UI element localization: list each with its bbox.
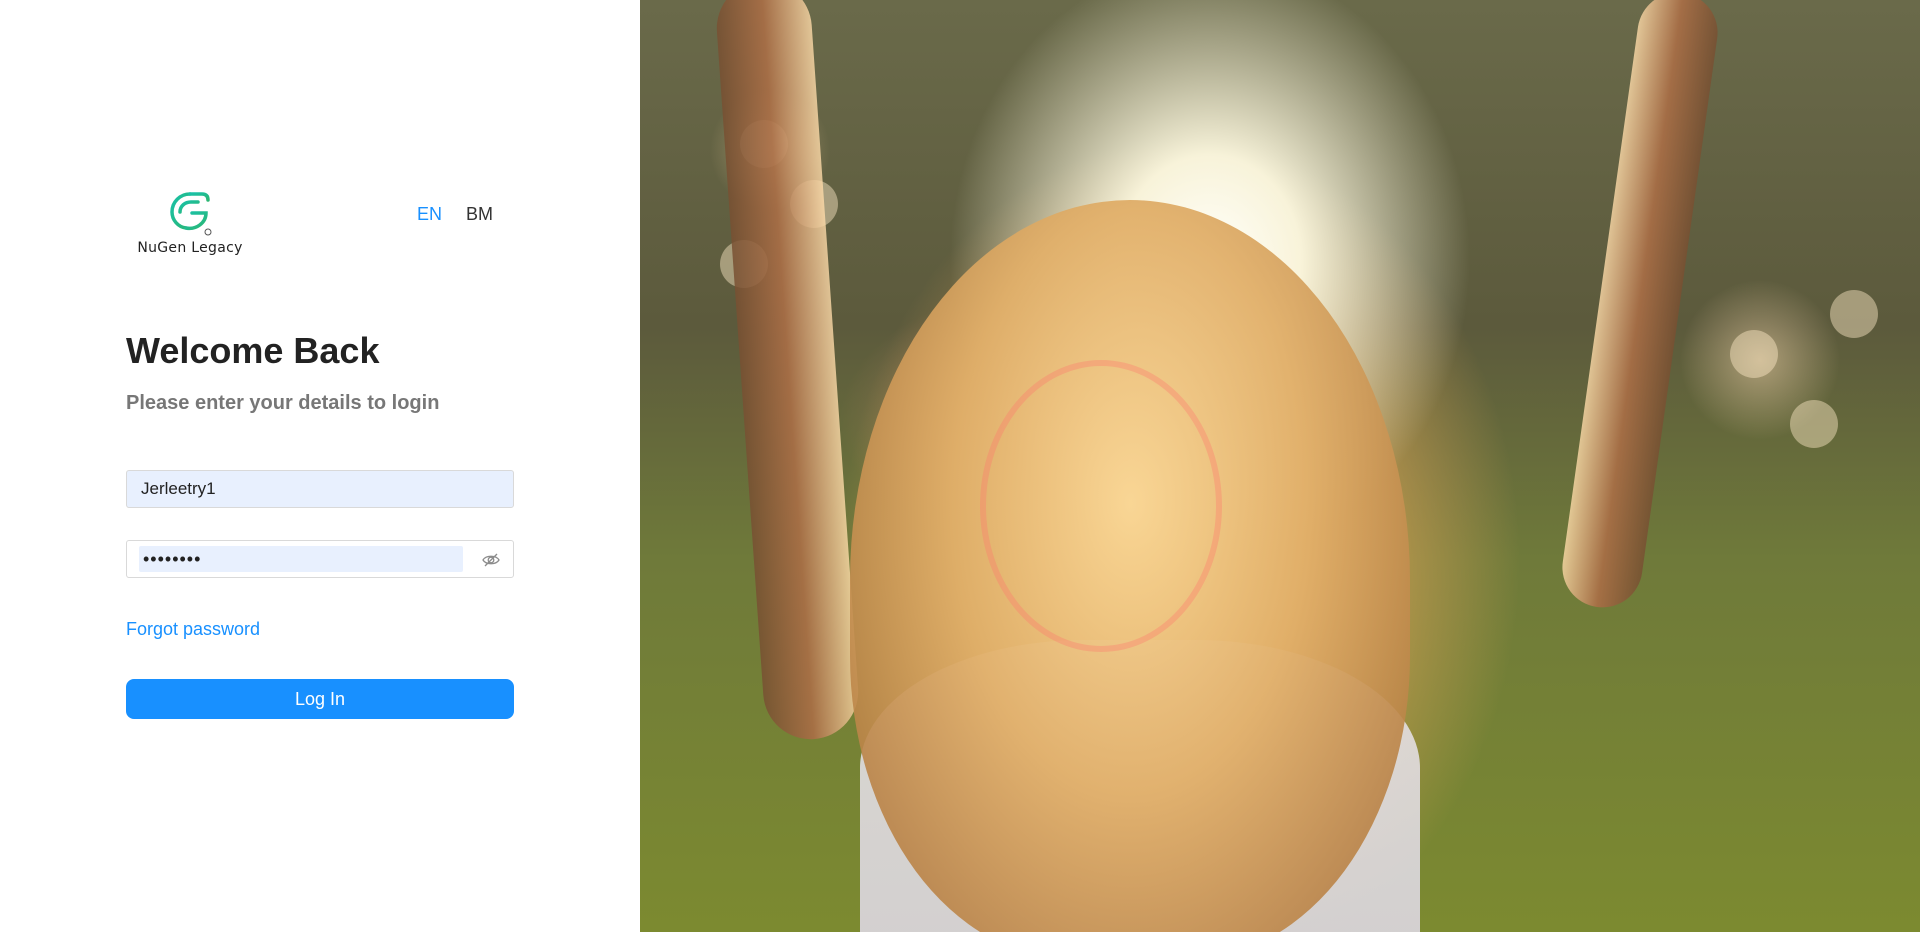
lang-option-en[interactable]: EN (405, 200, 454, 229)
forgot-password-link[interactable]: Forgot password (126, 619, 260, 640)
password-input[interactable] (143, 541, 459, 577)
brand-logo: NuGen Legacy (136, 190, 244, 270)
login-button[interactable]: Log In (126, 679, 514, 719)
login-panel: NuGen Legacy EN BM Welcome Back Please e… (0, 0, 640, 932)
eye-slash-icon[interactable] (481, 550, 501, 570)
bokeh-light (1730, 330, 1778, 378)
bokeh-light (1790, 400, 1838, 448)
page-title: Welcome Back (126, 330, 380, 371)
lang-option-bm[interactable]: BM (454, 200, 505, 229)
raised-arm-left (713, 0, 862, 743)
login-page: NuGen Legacy EN BM Welcome Back Please e… (0, 0, 1920, 932)
password-field (126, 540, 514, 578)
page-subtitle: Please enter your details to login (126, 392, 440, 414)
lens-flare (980, 360, 1222, 652)
hero-image (640, 0, 1920, 932)
brand-name: NuGen Legacy (137, 240, 243, 256)
username-input[interactable] (141, 471, 481, 507)
bokeh-light (1830, 290, 1878, 338)
raised-arm-right (1557, 0, 1723, 613)
username-field (126, 470, 514, 508)
nugen-logo-icon (170, 192, 212, 236)
language-switcher: EN BM (405, 200, 505, 229)
